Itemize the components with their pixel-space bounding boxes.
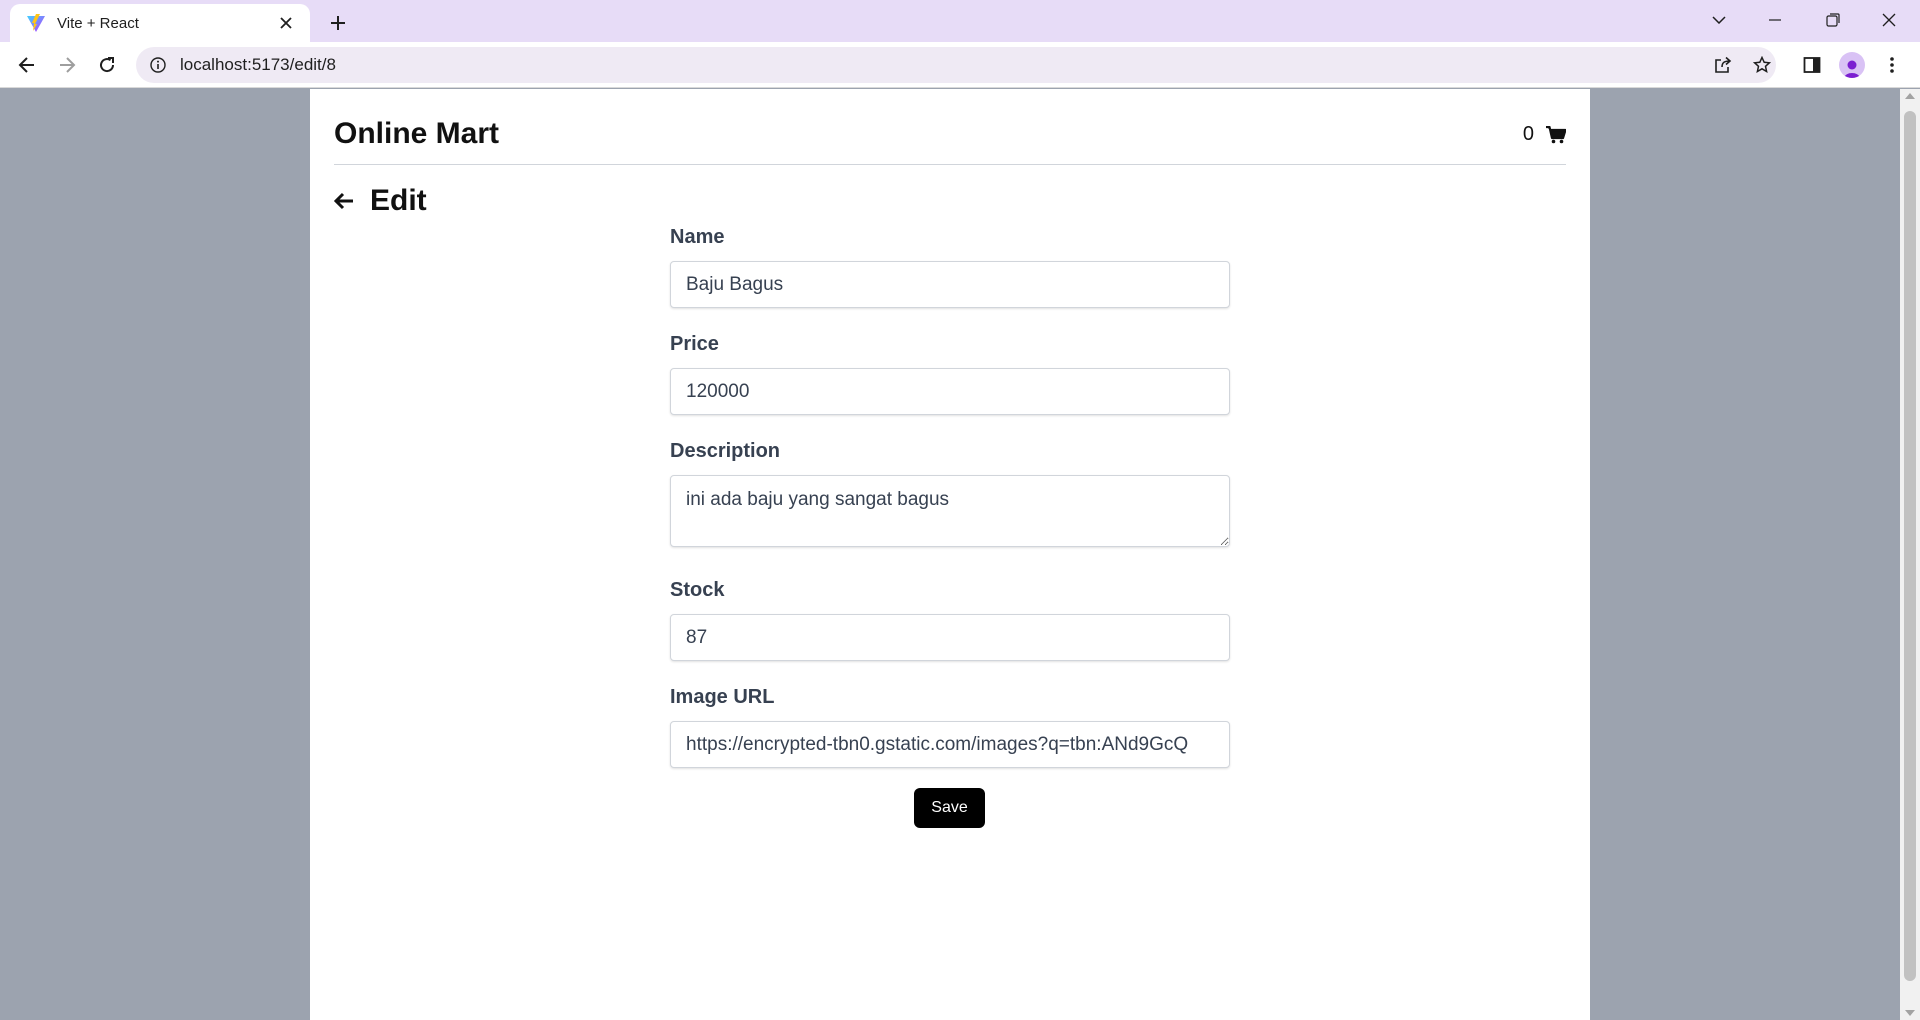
scrollbar-thumb[interactable]	[1904, 111, 1916, 981]
page-title: Edit	[370, 184, 427, 217]
description-label: Description	[670, 440, 781, 462]
browser-toolbar: localhost:5173/edit/8	[0, 42, 1920, 88]
close-window-button[interactable]	[1866, 4, 1912, 36]
tab-search-icon[interactable]	[1696, 4, 1742, 36]
image-url-input[interactable]	[670, 721, 1230, 768]
stock-input[interactable]	[670, 614, 1230, 661]
bookmark-star-icon[interactable]	[1746, 49, 1778, 81]
share-icon[interactable]	[1707, 49, 1739, 81]
page-scrollbar[interactable]	[1900, 89, 1920, 1020]
cart-button[interactable]: 0	[1523, 123, 1566, 146]
tab-title: Vite + React	[57, 14, 139, 32]
scroll-up-arrow-icon[interactable]	[1905, 93, 1915, 99]
back-arrow-icon[interactable]	[334, 190, 356, 212]
tab-strip: Vite + React	[0, 0, 1920, 42]
scroll-down-arrow-icon[interactable]	[1905, 1010, 1915, 1016]
price-input[interactable]	[670, 368, 1230, 415]
side-panel-icon[interactable]	[1796, 49, 1828, 81]
name-label: Name	[670, 226, 725, 248]
description-textarea[interactable]: ini ada baju yang sangat bagus	[670, 475, 1230, 547]
name-input[interactable]	[670, 261, 1230, 308]
site-info-icon[interactable]	[150, 57, 166, 73]
cart-count: 0	[1522, 123, 1534, 145]
brand-title[interactable]: Online Mart	[334, 117, 499, 151]
cart-icon[interactable]	[1546, 125, 1566, 144]
restore-button[interactable]	[1810, 4, 1856, 36]
forward-icon[interactable]	[51, 49, 83, 81]
url-text: localhost:5173/edit/8	[180, 55, 336, 74]
reload-icon[interactable]	[91, 49, 123, 81]
minimize-button[interactable]	[1752, 4, 1798, 36]
app-header: Online Mart 0	[334, 89, 1566, 165]
address-bar[interactable]: localhost:5173/edit/8	[136, 47, 1776, 83]
new-tab-button[interactable]	[323, 8, 353, 38]
vite-logo-icon	[26, 13, 46, 33]
price-label: Price	[670, 333, 719, 355]
app-page: Online Mart 0 Edit Name Price Descriptio…	[310, 89, 1590, 1020]
browser-tab[interactable]: Vite + React	[10, 4, 310, 42]
stock-label: Stock	[670, 579, 725, 601]
save-button[interactable]: Save	[914, 788, 985, 828]
page-title-row: Edit	[334, 184, 427, 218]
browser-menu-icon[interactable]	[1876, 49, 1908, 81]
tab-close-icon[interactable]	[274, 11, 298, 35]
image-url-label: Image URL	[670, 686, 775, 708]
back-icon[interactable]	[11, 49, 43, 81]
profile-avatar[interactable]	[1836, 49, 1868, 81]
